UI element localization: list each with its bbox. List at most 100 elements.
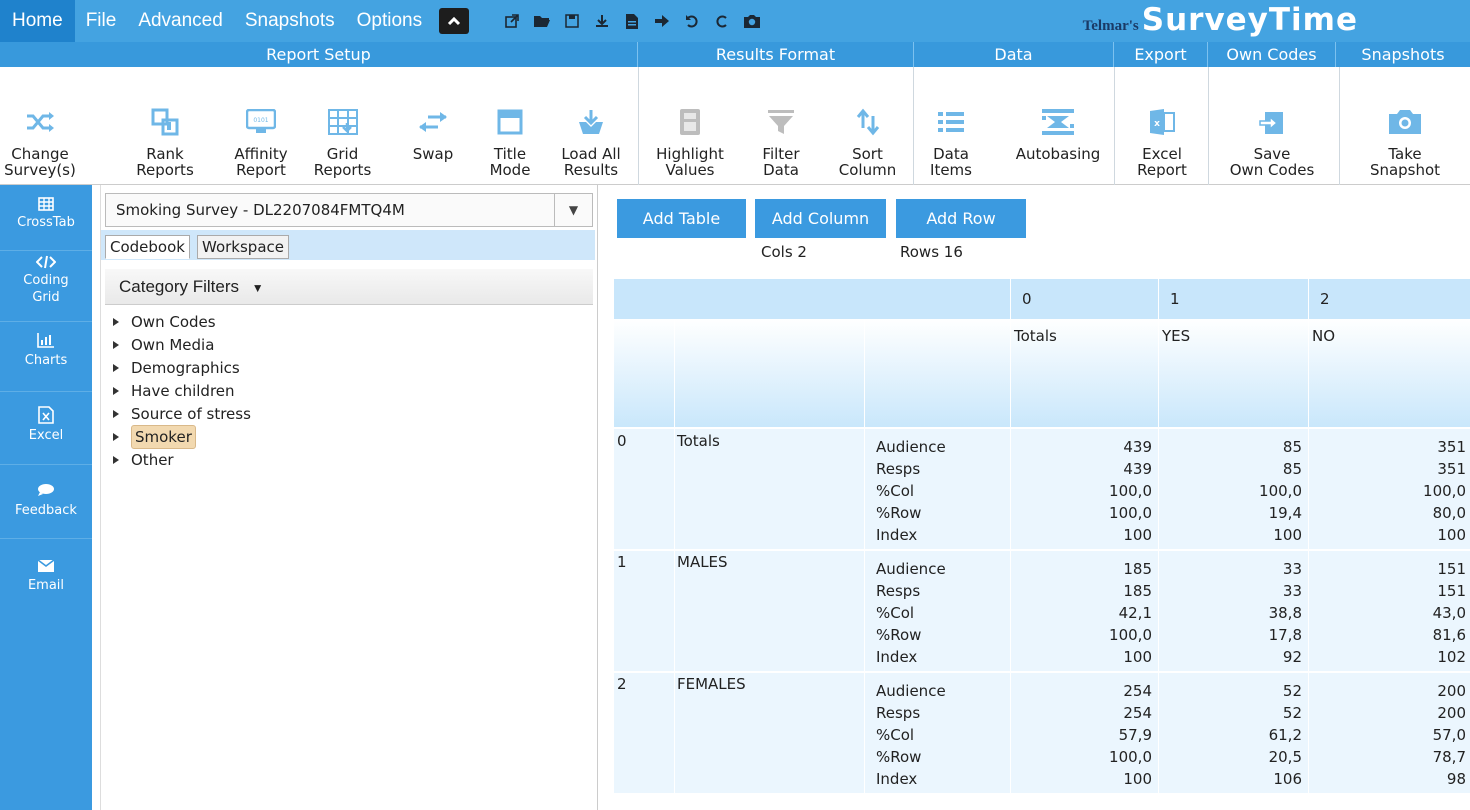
col-index-2[interactable]: 2 (1320, 290, 1330, 308)
col-label-totals[interactable]: Totals (1014, 327, 1057, 345)
tree-node-own-media[interactable]: Own Media (109, 333, 251, 356)
autobasing-icon (1042, 109, 1074, 135)
menu-tab-home[interactable]: Home (0, 0, 75, 42)
column-divider (1010, 551, 1011, 671)
sign-out-icon[interactable] (649, 8, 675, 34)
cell-value: 38,8 (1268, 604, 1302, 622)
row-label[interactable]: FEMALES (677, 675, 746, 693)
tree-node-source-of-stress[interactable]: Source of stress (109, 402, 251, 425)
col-index-1[interactable]: 1 (1170, 290, 1180, 308)
cell-value: 100,0 (1109, 626, 1152, 644)
expand-arrow-icon[interactable] (113, 432, 119, 441)
nav-excel[interactable]: Excel (0, 392, 92, 465)
title-mode-button[interactable]: Title Mode (480, 67, 540, 185)
cell-value: 42,1 (1118, 604, 1152, 622)
take-snapshot-button[interactable]: Take Snapshot (1346, 67, 1464, 185)
column-divider (1308, 429, 1309, 549)
highlight-values-button[interactable]: Highlight Values (650, 67, 730, 185)
expand-arrow-icon[interactable] (113, 386, 119, 395)
document-icon[interactable] (619, 8, 645, 34)
cell-value: 78,7 (1432, 748, 1466, 766)
nav-coding-grid-label: Coding Grid (23, 273, 69, 305)
save-own-codes-button[interactable]: Save Own Codes (1215, 67, 1329, 185)
stat-label: Audience (876, 682, 946, 700)
column-divider (1158, 673, 1159, 793)
autobasing-button[interactable]: Autobasing (1010, 67, 1106, 185)
nav-charts[interactable]: Charts (0, 322, 92, 392)
excel-report-button[interactable]: x Excel Report (1130, 67, 1194, 185)
col-label-no[interactable]: NO (1312, 327, 1335, 345)
nav-email[interactable]: Email (0, 539, 92, 615)
column-divider (864, 551, 865, 671)
row-label[interactable]: MALES (677, 553, 728, 571)
brand-name: SurveyTime (1141, 2, 1358, 38)
row-label[interactable]: Totals (677, 432, 720, 450)
tab-workspace[interactable]: Workspace (197, 235, 289, 259)
swap-button[interactable]: Swap (408, 67, 458, 185)
svg-text:x: x (1154, 119, 1160, 129)
column-divider (674, 319, 675, 427)
open-external-icon[interactable] (499, 8, 525, 34)
tab-codebook[interactable]: Codebook (105, 235, 190, 259)
menu-tab-snapshots[interactable]: Snapshots (234, 0, 346, 42)
column-divider (864, 673, 865, 793)
cell-value: 439 (1123, 460, 1152, 478)
expand-arrow-icon[interactable] (113, 340, 119, 349)
stat-label: %Col (876, 482, 915, 500)
expand-arrow-icon[interactable] (113, 317, 119, 326)
group-data: Data (914, 42, 1114, 67)
affinity-report-button[interactable]: 0101 Affinity Report (228, 67, 294, 185)
results-area: Add Table Add Column Add Row Cols 2 Rows… (598, 185, 1470, 810)
menu-tab-file[interactable]: File (75, 0, 128, 42)
col-index-0[interactable]: 0 (1022, 290, 1032, 308)
stat-label: Audience (876, 560, 946, 578)
cols-count: Cols 2 (761, 243, 807, 261)
expand-arrow-icon[interactable] (113, 363, 119, 372)
stat-label: Resps (876, 582, 921, 600)
tree-node-label: Other (131, 450, 174, 469)
expand-arrow-icon[interactable] (113, 455, 119, 464)
camera-icon[interactable] (739, 8, 765, 34)
menu-tab-options[interactable]: Options (346, 0, 433, 42)
nav-crosstab[interactable]: CrossTab (0, 185, 92, 251)
tree-node-smoker[interactable]: Smoker (109, 424, 251, 449)
sort-column-button[interactable]: Sort Column (835, 67, 900, 185)
data-items-button[interactable]: Data Items (930, 67, 972, 185)
save-icon[interactable] (559, 8, 585, 34)
folder-open-icon[interactable] (529, 8, 555, 34)
table-icon (38, 197, 54, 211)
tree-node-have-children[interactable]: Have children (109, 379, 251, 402)
tree-node-own-codes[interactable]: Own Codes (109, 310, 251, 333)
bar-chart-icon (37, 333, 54, 348)
camera-icon (1389, 110, 1421, 134)
tree-node-other[interactable]: Other (109, 448, 251, 471)
load-all-results-button[interactable]: Load All Results (556, 67, 626, 185)
excel-icon: x (1150, 109, 1175, 135)
add-column-button[interactable]: Add Column (755, 199, 886, 238)
grid-reports-button[interactable]: Grid Reports (300, 67, 385, 185)
category-filters-dropdown[interactable]: Category Filters ▼ (105, 269, 593, 305)
cell-value: 100 (1123, 526, 1152, 544)
expand-arrow-icon[interactable] (113, 409, 119, 418)
col-label-yes[interactable]: YES (1162, 327, 1190, 345)
redo-icon[interactable] (709, 8, 735, 34)
menu-tab-advanced[interactable]: Advanced (127, 0, 234, 42)
survey-select-value: Smoking Survey - DL2207084FMTQ4M (116, 201, 405, 219)
nav-feedback[interactable]: Feedback (0, 465, 92, 539)
change-surveys-button[interactable]: Change Survey(s) (0, 67, 80, 185)
group-export: Export (1114, 42, 1208, 67)
category-tree: Own Codes Own Media Demographics Have ch… (109, 310, 251, 471)
add-row-button[interactable]: Add Row (896, 199, 1026, 238)
rank-reports-button[interactable]: Rank Reports (135, 67, 195, 185)
collapse-ribbon-button[interactable] (439, 8, 470, 34)
column-divider (1308, 673, 1309, 793)
nav-coding-grid[interactable]: Coding Grid (0, 251, 92, 322)
filter-data-button[interactable]: Filter Data (752, 67, 810, 185)
survey-select[interactable]: Smoking Survey - DL2207084FMTQ4M ▼ (105, 193, 593, 227)
load-all-icon (579, 110, 603, 134)
download-icon[interactable] (589, 8, 615, 34)
undo-icon[interactable] (679, 8, 705, 34)
add-table-button[interactable]: Add Table (617, 199, 746, 238)
dropdown-arrow-icon[interactable]: ▼ (554, 194, 592, 226)
tree-node-demographics[interactable]: Demographics (109, 356, 251, 379)
